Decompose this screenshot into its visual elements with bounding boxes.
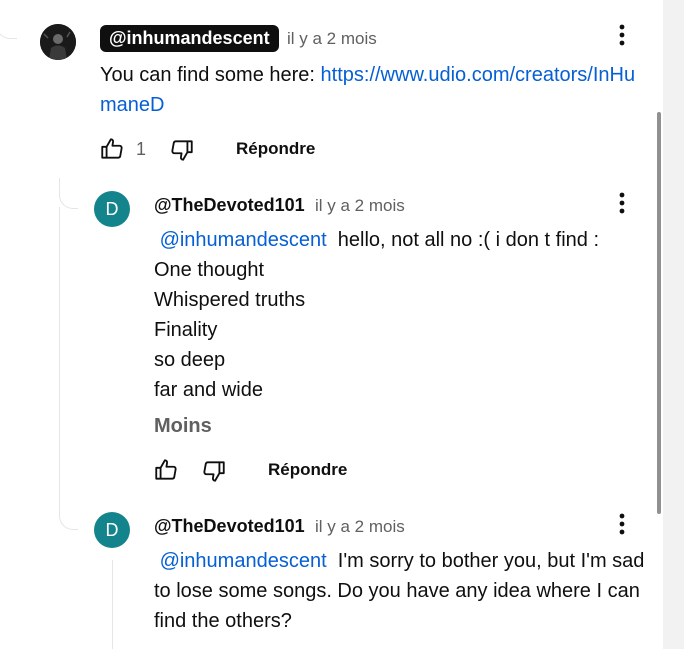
more-options-button[interactable] [610, 512, 634, 536]
thread-connector [112, 560, 113, 649]
author-name[interactable]: @TheDevoted101 [154, 516, 305, 537]
show-less-button[interactable]: Moins [154, 415, 212, 438]
thread-connector [59, 503, 78, 530]
more-options-button[interactable] [610, 191, 634, 215]
thread-connector [0, 0, 17, 39]
dislike-button[interactable] [201, 458, 227, 484]
author-name[interactable]: @TheDevoted101 [154, 195, 305, 216]
comment-text: @inhumandescent hello, not all no :( i d… [154, 225, 644, 405]
comment-text: @inhumandescent I'm sorry to bother you,… [154, 546, 652, 636]
comment-time[interactable]: il y a 2 mois [315, 517, 405, 537]
author-name[interactable]: @inhumandescent [100, 25, 279, 52]
comment-text: You can find some here: https://www.udio… [100, 60, 645, 120]
comment-text-line: far and wide [154, 379, 263, 401]
thread-connector [59, 207, 60, 503]
comment-text-line: so deep [154, 349, 226, 371]
like-button[interactable] [99, 136, 125, 162]
avatar[interactable]: D [94, 512, 130, 548]
comment-time[interactable]: il y a 2 mois [315, 196, 405, 216]
reply-button[interactable]: Répondre [268, 460, 347, 480]
thumb-up-icon [155, 459, 177, 480]
thread-connector [59, 188, 78, 209]
user-avatar-image-icon [40, 24, 76, 60]
comment-text-body: You can find some here: [100, 64, 321, 86]
avatar[interactable] [40, 24, 76, 60]
thumb-up-icon [101, 138, 123, 159]
comment-text-line: One thought [154, 259, 265, 281]
reply-button[interactable]: Répondre [236, 139, 315, 159]
dislike-button[interactable] [169, 137, 195, 163]
more-vert-icon [619, 513, 625, 535]
avatar[interactable]: D [94, 191, 130, 227]
comment-text-line: hello, not all no :( i don t find : [332, 229, 600, 251]
more-options-button[interactable] [610, 23, 634, 47]
comment-time[interactable]: il y a 2 mois [287, 29, 377, 49]
mention-link[interactable]: @inhumandescent [160, 229, 327, 251]
thumb-down-icon [171, 140, 193, 161]
like-button[interactable] [153, 457, 179, 483]
page-side-panel [663, 0, 684, 649]
like-count: 1 [136, 139, 147, 159]
more-vert-icon [619, 24, 625, 46]
mention-link[interactable]: @inhumandescent [160, 550, 327, 572]
comment-text-line: Whispered truths [154, 289, 306, 311]
thumb-down-icon [203, 461, 225, 482]
scrollbar-thumb[interactable] [657, 112, 661, 514]
more-vert-icon [619, 192, 625, 214]
comment-text-line: Finality [154, 319, 218, 341]
